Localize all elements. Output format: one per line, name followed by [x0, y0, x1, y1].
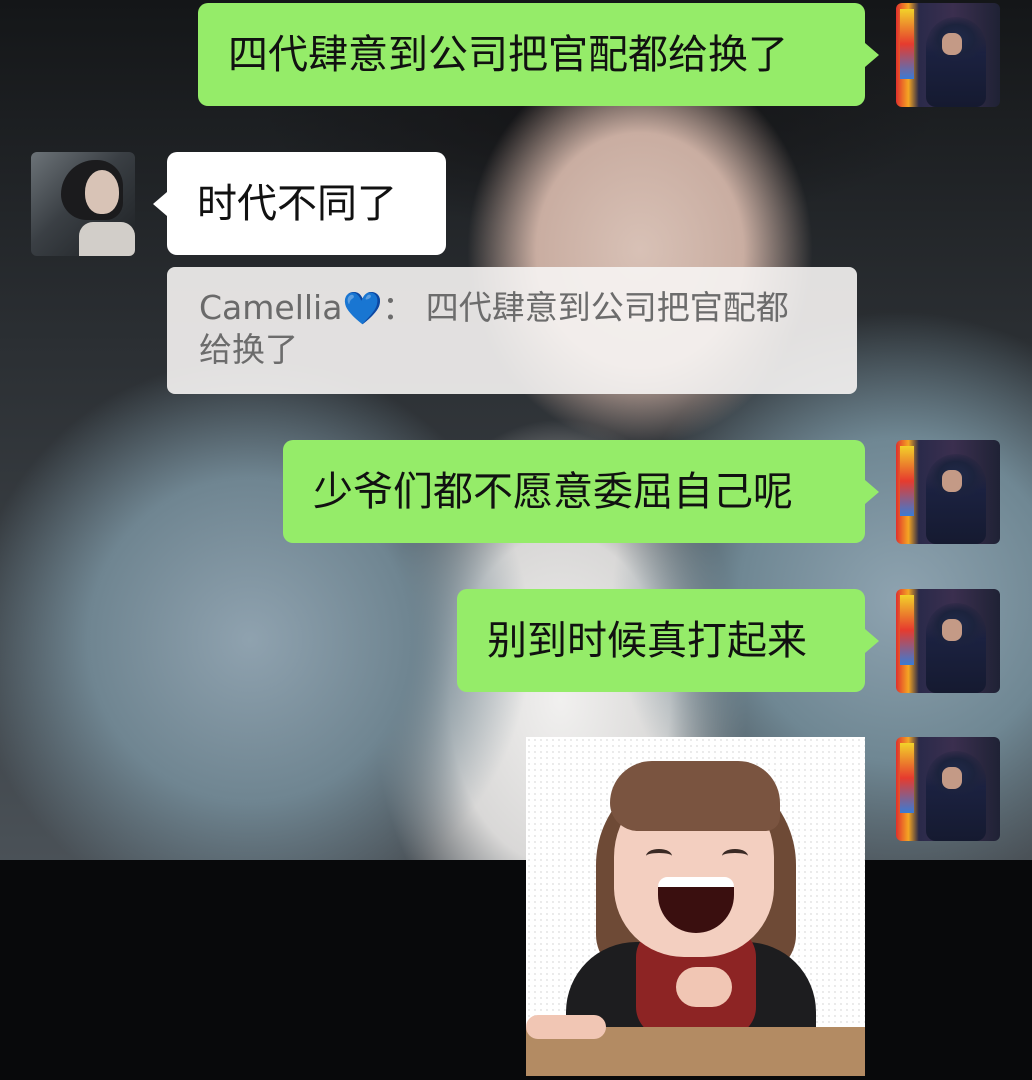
message-bubble-outgoing[interactable]: 四代肆意到公司把官配都给换了 — [198, 3, 879, 106]
bubble-tail — [153, 192, 167, 216]
message-text: 少爷们都不愿意委屈自己呢 — [313, 469, 793, 515]
avatar-self[interactable] — [896, 440, 1000, 544]
bubble-tail — [865, 43, 879, 67]
avatar-self[interactable] — [896, 589, 1000, 693]
quoted-message[interactable]: Camellia💙： 四代肆意到公司把官配都 给换了 — [167, 267, 857, 394]
avatar-contact[interactable] — [31, 152, 135, 256]
message-bubble-incoming[interactable]: 时代不同了 — [153, 152, 446, 255]
laughing-memoji-sticker[interactable] — [526, 737, 865, 1076]
message-text: 别到时候真打起来 — [487, 618, 807, 664]
avatar-self[interactable] — [896, 737, 1000, 841]
quote-line-1: Camellia💙： 四代肆意到公司把官配都 — [199, 287, 827, 329]
bubble-tail — [865, 480, 879, 504]
message-text: 四代肆意到公司把官配都给换了 — [228, 32, 788, 78]
message-bubble-outgoing[interactable]: 少爷们都不愿意委屈自己呢 — [283, 440, 879, 543]
message-bubble-outgoing[interactable]: 别到时候真打起来 — [457, 589, 879, 692]
background-photo — [0, 0, 1032, 860]
blue-heart-icon: 💙 — [342, 289, 383, 327]
quote-sender: Camellia — [199, 288, 343, 327]
avatar-self[interactable] — [896, 3, 1000, 107]
bubble-tail — [865, 629, 879, 653]
message-text: 时代不同了 — [197, 181, 397, 227]
quote-separator: ： — [382, 288, 416, 327]
background-dark-area — [0, 860, 1032, 1080]
quote-text-line-2: 给换了 — [199, 330, 298, 369]
quote-text-line-1: 四代肆意到公司把官配都 — [425, 288, 789, 327]
